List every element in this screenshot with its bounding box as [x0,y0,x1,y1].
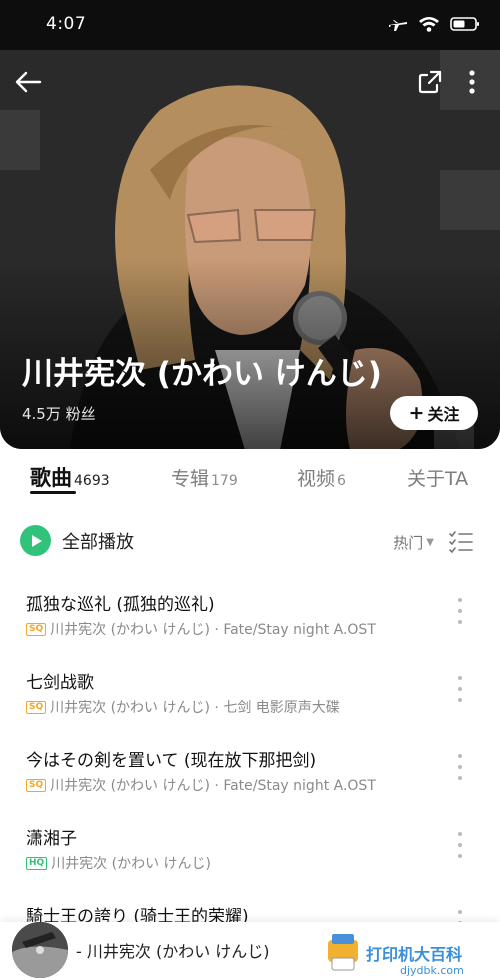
play-all-label: 全部播放 [62,531,134,553]
tab-about[interactable]: 关于TA [407,464,468,504]
song-title: 潇湘子 [26,829,77,849]
sort-dropdown[interactable]: 热门 ▼ [393,532,434,553]
sq-badge: SQ [26,778,47,792]
tab-albums[interactable]: 专辑 179 [171,464,238,504]
watermark-logo: 打印机大百科 djydbk.com [326,930,496,977]
sort-label: 热门 [393,534,424,552]
song-more-button[interactable] [450,754,470,780]
song-subtitle: SQ 川井宪次 (かわい けんじ) · 七剑 电影原声大碟 [26,697,340,717]
tab-label: 歌曲 [30,466,72,490]
mini-player[interactable]: - 川井宪次 (かわい けんじ) 打印机大百科 djydbk.com [0,922,500,980]
tab-count: 4693 [74,473,110,489]
song-more-button[interactable] [450,832,470,858]
song-subtitle: SQ 川井宪次 (かわい けんじ) · Fate/Stay night A.OS… [26,775,376,795]
status-time: 4:07 [46,14,87,34]
plus-icon: + [408,401,425,424]
song-meta: 川井宪次 (かわい けんじ) [51,856,212,872]
follow-label: 关注 [427,405,460,424]
song-title: 七剑战歌 [26,673,94,693]
back-button[interactable] [12,66,44,98]
song-subtitle: SQ 川井宪次 (かわい けんじ) · Fate/Stay night A.OS… [26,619,376,639]
wifi-icon [419,17,439,32]
follow-button[interactable]: + 关注 [390,396,478,430]
more-vertical-icon [469,70,475,94]
play-icon [20,525,51,556]
play-all-button[interactable]: 全部播放 [20,525,134,556]
svg-text:打印机大百科: 打印机大百科 [366,945,462,964]
song-meta: 川井宪次 (かわい けんじ) · Fate/Stay night A.OST [50,622,376,638]
album-art-icon [12,922,68,978]
share-button[interactable] [414,66,446,98]
triangle-down-icon: ▼ [426,537,434,548]
tab-count: 179 [211,473,238,489]
active-tab-indicator [30,491,76,494]
song-meta: 川井宪次 (かわい けんじ) · 七剑 电影原声大碟 [50,700,340,716]
fan-count: 4.5万 粉丝 [22,405,96,423]
checklist-icon [449,531,473,553]
song-subtitle: HQ 川井宪次 (かわい けんじ) [26,853,211,873]
song-meta: 川井宪次 (かわい けんじ) · Fate/Stay night A.OST [50,778,376,794]
song-row[interactable]: 孤独な巡礼 (孤独的巡礼) SQ 川井宪次 (かわい けんじ) · Fate/S… [0,590,500,668]
song-row[interactable]: 今はその剣を置いて (现在放下那把剑) SQ 川井宪次 (かわい けんじ) · … [0,746,500,824]
airplane-mode-icon [389,20,407,31]
tab-songs[interactable]: 歌曲 4693 [30,462,110,502]
multi-select-button[interactable] [448,530,474,558]
hq-badge: HQ [26,856,48,870]
tab-label: 关于TA [407,468,469,490]
tab-label: 视频 [297,468,336,490]
sq-badge: SQ [26,622,47,636]
tab-label: 专辑 [171,468,210,490]
share-icon [418,70,442,94]
artist-name: 川井宪次 (かわい けんじ) [22,356,382,392]
status-icons [388,15,480,33]
svg-text:djydbk.com: djydbk.com [400,964,464,976]
back-arrow-icon [15,71,42,93]
sq-badge: SQ [26,700,47,714]
more-options-button[interactable] [456,66,488,98]
song-row[interactable]: 潇湘子 HQ 川井宪次 (かわい けんじ) [0,824,500,902]
tab-videos[interactable]: 视频 6 [297,464,346,504]
song-title: 孤独な巡礼 (孤独的巡礼) [26,595,215,615]
song-row[interactable]: 七剑战歌 SQ 川井宪次 (かわい けんじ) · 七剑 电影原声大碟 [0,668,500,746]
song-more-button[interactable] [450,598,470,624]
status-bar: 4:07 [0,0,500,50]
tab-count: 6 [337,473,346,489]
song-title: 今はその剣を置いて (现在放下那把剑) [26,751,317,771]
battery-icon [450,17,479,31]
album-cover[interactable] [12,922,68,978]
now-playing-text: - 川井宪次 (かわい けんじ) [76,942,270,961]
song-more-button[interactable] [450,676,470,702]
